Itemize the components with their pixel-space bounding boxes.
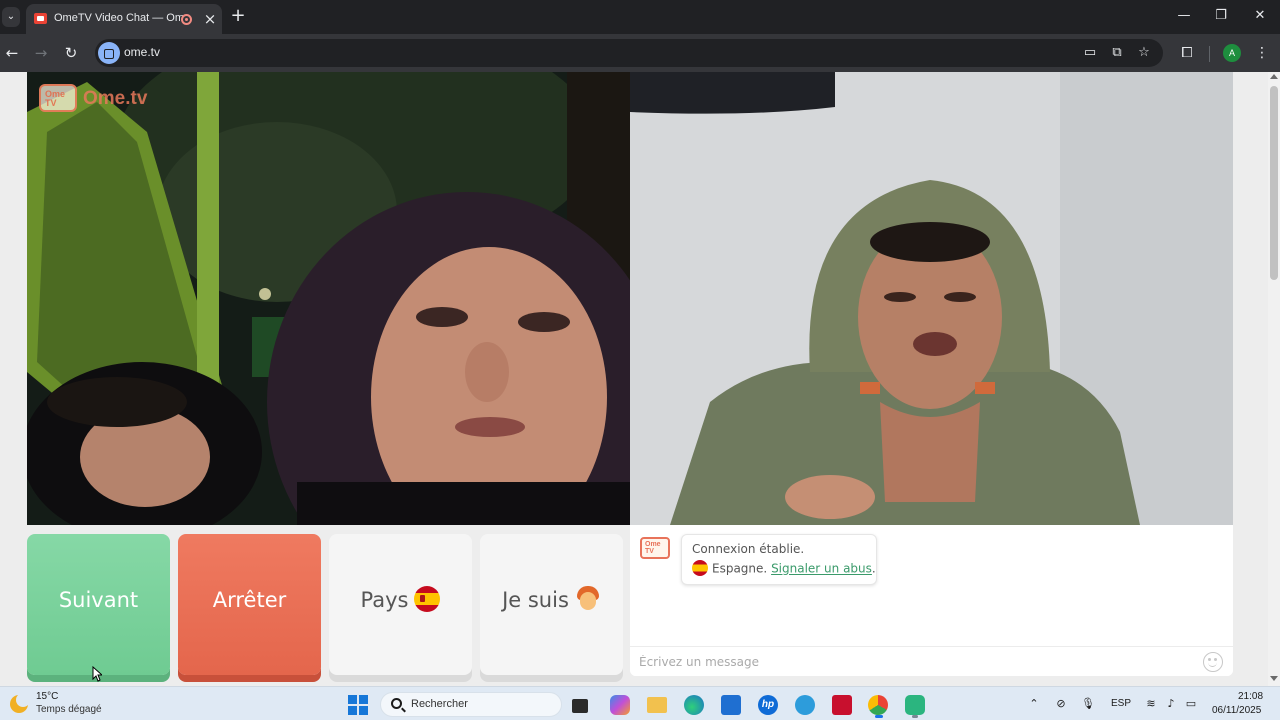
- self-video: [630, 72, 1233, 525]
- self-video-frame: [630, 72, 1233, 525]
- chat-panel: Ome TV Connexion établie. Espagne. Signa…: [630, 525, 1233, 676]
- smiley-icon[interactable]: [1203, 652, 1223, 672]
- message-input[interactable]: [639, 653, 1179, 671]
- youtube-favicon-icon: [34, 13, 47, 24]
- minimize-button[interactable]: —: [1172, 6, 1196, 26]
- recorder-running-indicator: [912, 715, 918, 718]
- page-scrollbar[interactable]: [1268, 72, 1280, 686]
- stop-button-label: Arrêter: [212, 588, 287, 612]
- task-view-icon[interactable]: [572, 699, 588, 713]
- browser-tab-strip: ⌄ OmeTV Video Chat — Ome × + — ❐ ✕: [0, 0, 1280, 34]
- next-button[interactable]: Suivant: [27, 534, 170, 675]
- hp-icon[interactable]: hp: [758, 695, 778, 715]
- reload-button[interactable]: ↻: [60, 43, 82, 63]
- scroll-thumb[interactable]: [1270, 86, 1278, 280]
- spain-flag-icon: [414, 586, 441, 612]
- tab-close-icon[interactable]: ×: [202, 10, 218, 28]
- extensions-icon[interactable]: ⧠: [1176, 43, 1198, 63]
- scroll-up-arrow-icon[interactable]: [1270, 74, 1278, 79]
- taskbar-search-placeholder: Rechercher: [411, 698, 468, 710]
- windows-taskbar: 15°C Temps dégagé Rechercher hp ⌃ ⊘ 🎙 ES…: [0, 686, 1280, 720]
- tab-ometv[interactable]: OmeTV Video Chat — Ome ×: [26, 4, 222, 34]
- recorder-app-icon[interactable]: [905, 695, 925, 715]
- ometv-logo-text: Ome.tv: [83, 88, 148, 109]
- language-indicator[interactable]: ESP: [1111, 698, 1131, 709]
- page-viewport: Ome TV Ome.tv Suivant Arrêter Pays Je su…: [0, 72, 1268, 686]
- stranger-video-frame: [27, 72, 630, 525]
- country-filter-button[interactable]: Pays: [329, 534, 472, 675]
- weather-temperature: 15°C: [36, 691, 59, 702]
- ometv-logo[interactable]: Ome TV Ome.tv: [39, 80, 157, 114]
- report-abuse-link[interactable]: Signaler un abus: [771, 562, 872, 576]
- edge-browser-icon[interactable]: [684, 695, 704, 715]
- hp-support-icon[interactable]: [795, 695, 815, 715]
- chrome-icon[interactable]: [868, 695, 888, 715]
- cast-icon[interactable]: ▭: [1080, 44, 1100, 62]
- recording-indicator-icon: [181, 14, 192, 25]
- file-explorer-icon[interactable]: [647, 697, 667, 713]
- url-text[interactable]: ome.tv: [124, 45, 160, 59]
- microphone-icon[interactable]: 🎙: [1080, 696, 1096, 712]
- gender-select-button[interactable]: Je suis: [480, 534, 623, 675]
- search-icon: [391, 698, 402, 709]
- forward-button[interactable]: →: [30, 43, 52, 63]
- gender-button-label: Je suis: [502, 588, 569, 612]
- chrome-active-indicator: [875, 715, 883, 718]
- bookmark-star-icon[interactable]: ☆: [1134, 44, 1154, 62]
- taskbar-search[interactable]: Rechercher: [380, 692, 562, 717]
- boy-face-icon: [575, 586, 601, 612]
- volume-icon[interactable]: ♪: [1163, 696, 1179, 712]
- partner-country-text: Espagne.: [712, 561, 768, 576]
- back-button[interactable]: ←: [1, 43, 23, 63]
- clock-date[interactable]: 06/11/2025: [1212, 705, 1261, 716]
- stranger-video: Ome TV Ome.tv: [27, 72, 630, 525]
- weather-description: Temps dégagé: [36, 704, 102, 715]
- next-button-label: Suivant: [58, 588, 139, 612]
- toolbar-divider: [1209, 46, 1210, 62]
- clock-time[interactable]: 21:08: [1238, 691, 1263, 702]
- chevron-up-icon[interactable]: ⌃: [1026, 696, 1042, 712]
- mouse-cursor-icon: [92, 666, 102, 682]
- spain-flag-icon: [692, 560, 708, 576]
- moon-icon: [10, 693, 30, 713]
- partner-country-line: Espagne. Signaler un abus.: [692, 560, 876, 577]
- mcafee-icon[interactable]: [832, 695, 852, 715]
- translate-icon[interactable]: ⧉: [1107, 44, 1127, 62]
- tab-title: OmeTV Video Chat — Ome: [54, 12, 191, 24]
- site-info-icon[interactable]: [98, 42, 120, 64]
- copilot-icon[interactable]: [610, 695, 630, 715]
- profile-avatar[interactable]: A: [1223, 44, 1241, 62]
- browser-toolbar: ← → ↻ ome.tv ▭ ⧉ ☆ ⧠ A ⋮: [0, 34, 1280, 72]
- address-bar[interactable]: ome.tv ▭ ⧉ ☆: [95, 39, 1163, 67]
- tab-search-button[interactable]: ⌄: [2, 7, 20, 27]
- restore-button[interactable]: ❐: [1209, 6, 1233, 26]
- connection-status-text: Connexion établie.: [692, 542, 805, 556]
- close-window-button[interactable]: ✕: [1248, 6, 1272, 26]
- ometv-tv-icon: Ome TV: [39, 84, 77, 112]
- report-period: .: [871, 561, 876, 576]
- stop-button[interactable]: Arrêter: [178, 534, 321, 675]
- battery-icon[interactable]: ▭: [1183, 696, 1199, 712]
- location-off-icon[interactable]: ⊘: [1053, 696, 1069, 712]
- menu-kebab-icon[interactable]: ⋮: [1251, 43, 1273, 63]
- country-button-label: Pays: [360, 588, 409, 612]
- ometv-chat-logo-icon: Ome TV: [640, 537, 670, 559]
- wifi-icon[interactable]: ≋: [1143, 696, 1159, 712]
- start-menu-button[interactable]: [348, 695, 368, 715]
- scroll-down-arrow-icon[interactable]: [1270, 676, 1278, 681]
- microsoft-store-icon[interactable]: [721, 695, 741, 715]
- system-message-bubble: Connexion établie. Espagne. Signaler un …: [681, 534, 877, 585]
- message-input-bar: [630, 646, 1233, 676]
- new-tab-button[interactable]: +: [228, 6, 248, 26]
